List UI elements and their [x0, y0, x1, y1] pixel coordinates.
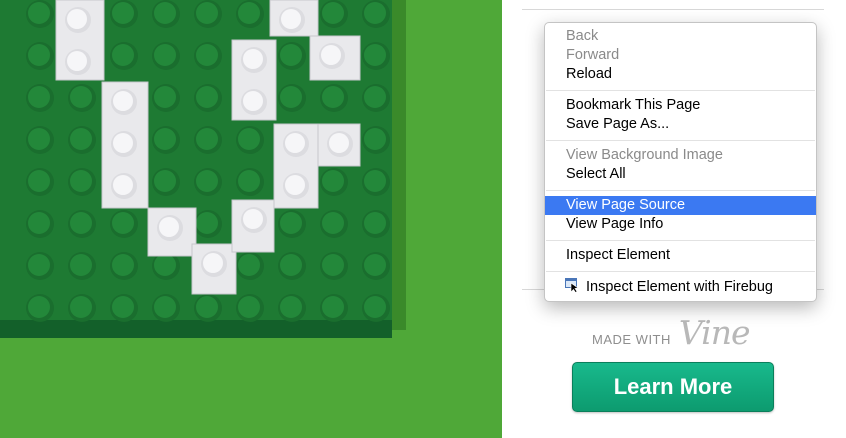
vine-video[interactable] — [0, 0, 502, 438]
menu-item-inspect-firebug[interactable]: Inspect Element with Firebug — [545, 278, 816, 297]
menu-item-view-page-source[interactable]: View Page Source — [545, 196, 816, 215]
menu-item-view-background-image[interactable]: View Background Image — [545, 146, 816, 165]
menu-separator — [546, 240, 815, 241]
lego-art-image — [0, 0, 406, 338]
menu-separator — [546, 90, 815, 91]
menu-item-view-page-info[interactable]: View Page Info — [545, 215, 816, 234]
context-menu: Back Forward Reload Bookmark This Page S… — [544, 22, 817, 302]
made-with-vine: MADE WITH Vine — [592, 316, 751, 349]
firebug-inspect-icon — [565, 278, 581, 293]
menu-item-reload[interactable]: Reload — [545, 65, 816, 84]
menu-item-back[interactable]: Back — [545, 27, 816, 46]
menu-item-save-page-as[interactable]: Save Page As... — [545, 115, 816, 134]
menu-separator — [546, 190, 815, 191]
menu-item-bookmark-page[interactable]: Bookmark This Page — [545, 96, 816, 115]
vine-logo[interactable]: Vine — [679, 316, 751, 349]
menu-item-forward[interactable]: Forward — [545, 46, 816, 65]
learn-more-button[interactable]: Learn More — [572, 362, 774, 412]
menu-item-inspect-element[interactable]: Inspect Element — [545, 246, 816, 265]
menu-separator — [546, 271, 815, 272]
menu-item-label: Inspect Element with Firebug — [586, 279, 773, 295]
menu-separator — [546, 140, 815, 141]
divider — [522, 9, 824, 10]
made-with-text: MADE WITH — [592, 332, 671, 347]
menu-item-select-all[interactable]: Select All — [545, 165, 816, 184]
